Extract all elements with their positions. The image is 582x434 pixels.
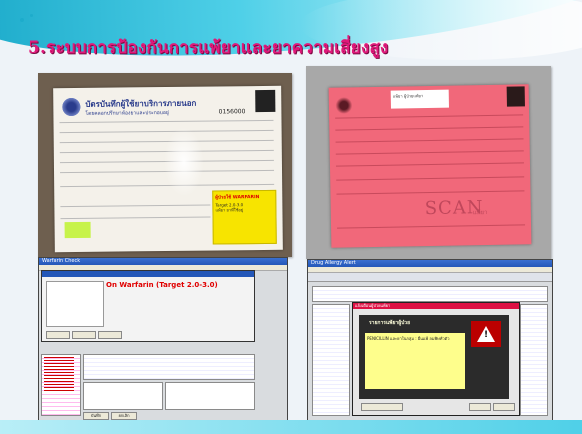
- hospital-emblem-icon: [61, 95, 82, 119]
- save-button[interactable]: บันทึก: [83, 412, 109, 420]
- dialog-title: แจ้งเตือนผู้ป่วยแพ้ยา: [355, 303, 391, 308]
- scan-stamp-sub: แพ้ยา: [472, 209, 488, 217]
- screenshot-allergy-alert: Drug Allergy Alert แจ้งเตือนผู้ป่วยแพ้ยา…: [307, 259, 553, 433]
- divider: [337, 224, 526, 229]
- divider: [336, 176, 525, 181]
- dialog-button[interactable]: [493, 403, 515, 411]
- window-titlebar: Warfarin Check: [39, 258, 287, 265]
- warning-triangle-icon: !: [471, 321, 501, 347]
- hospital-emblem-icon: [334, 95, 354, 116]
- window-titlebar: Drug Allergy Alert: [308, 260, 552, 267]
- divider: [335, 114, 524, 119]
- notes-field[interactable]: [83, 382, 163, 410]
- allergy-card: แพ้ยา ผู้ป่วยแพ้ยา SCAN แพ้ยา: [328, 84, 532, 248]
- allergy-message-box: PENICILLIN และยาในกลุ่ม : ผื่นแพ้ ลมพิษท…: [365, 333, 465, 389]
- divider: [336, 190, 525, 195]
- dialog-button[interactable]: [72, 331, 96, 339]
- divider: [335, 126, 524, 131]
- photo-allergy-card: แพ้ยา ผู้ป่วยแพ้ยา SCAN แพ้ยา: [306, 66, 551, 259]
- allergy-message: PENICILLIN และยาในกลุ่ม : ผื่นแพ้ ลมพิษท…: [367, 336, 450, 341]
- divider: [60, 204, 211, 208]
- binder-clip: [506, 86, 525, 107]
- dialog-button[interactable]: [46, 331, 70, 339]
- photo-outpatient-card: บัตรบันทึกผู้ใช้ยาบริการภายนอก โดยคลอกปร…: [38, 73, 292, 257]
- dialog-titlebar: แจ้งเตือนผู้ป่วยแพ้ยา: [353, 303, 519, 309]
- divider: [59, 119, 274, 124]
- dialog-button[interactable]: [98, 331, 122, 339]
- alert-heading: รายการแพ้ยาผู้ป่วย: [369, 320, 411, 326]
- patient-info-panel: [312, 286, 548, 302]
- divider: [60, 216, 211, 220]
- drug-history-list[interactable]: [41, 354, 81, 416]
- card-subheader: โดยคลอกปรึกษาห้องยาและประกอบอยู่: [85, 109, 169, 117]
- side-list[interactable]: [520, 304, 548, 416]
- alert-body: รายการแพ้ยาผู้ป่วย PENICILLIN และยาในกลุ…: [359, 315, 509, 399]
- sticker-title: ผู้ป่วยใช้ WARFARIN: [215, 195, 260, 201]
- photo-glare: [163, 126, 205, 198]
- window-title: Warfarin Check: [42, 258, 81, 264]
- card-number: 0156000: [218, 108, 246, 116]
- dialog-titlebar: [42, 271, 254, 277]
- allergy-sticker: แพ้ยา ผู้ป่วยแพ้ยา: [390, 89, 449, 109]
- presentation-slide: 5.ระบบการป้องกันการแพ้ยาและยาความเสี่ยงส…: [0, 0, 582, 434]
- dialog-button[interactable]: [469, 403, 491, 411]
- green-sticker: [64, 221, 91, 239]
- window-title: Drug Allergy Alert: [311, 260, 356, 266]
- warfarin-sticker: ผู้ป่วยใช้ WARFARIN Target 2.0-3.0 แพ้ยา…: [212, 189, 277, 245]
- warfarin-alert-dialog: On Warfarin (Target 2.0-3.0): [41, 270, 255, 342]
- allergy-sticker-text: แพ้ยา ผู้ป่วยแพ้ยา: [392, 93, 424, 99]
- patient-list[interactable]: [46, 281, 104, 327]
- binder-clip: [255, 89, 276, 113]
- decor-dot: [30, 14, 33, 17]
- divider: [335, 150, 524, 155]
- medication-card: บัตรบันทึกผู้ใช้ยาบริการภายนอก โดยคลอกปร…: [53, 85, 283, 253]
- footer-band: [0, 420, 582, 434]
- visit-history-list[interactable]: [312, 304, 350, 416]
- warfarin-alert-message: On Warfarin (Target 2.0-3.0): [106, 281, 218, 289]
- allergy-alert-dialog: แจ้งเตือนผู้ป่วยแพ้ยา รายการแพ้ยาผู้ป่วย…: [352, 302, 520, 416]
- toolbar: [308, 273, 552, 282]
- dose-panel[interactable]: [165, 382, 255, 410]
- divider: [335, 162, 524, 167]
- sticker-detail: แพ้ยา ยาที่ใช้อยู่: [215, 207, 244, 213]
- decor-dot: [20, 18, 24, 22]
- slide-title: 5.ระบบการป้องกันการแพ้ยาและยาความเสี่ยงส…: [28, 38, 389, 58]
- drug-table[interactable]: [83, 354, 255, 380]
- dialog-button[interactable]: [361, 403, 403, 411]
- screenshot-warfarin-alert: Warfarin Check On Warfarin (Target 2.0-3…: [38, 257, 288, 433]
- cancel-button[interactable]: ยกเลิก: [111, 412, 137, 420]
- divider: [335, 138, 524, 143]
